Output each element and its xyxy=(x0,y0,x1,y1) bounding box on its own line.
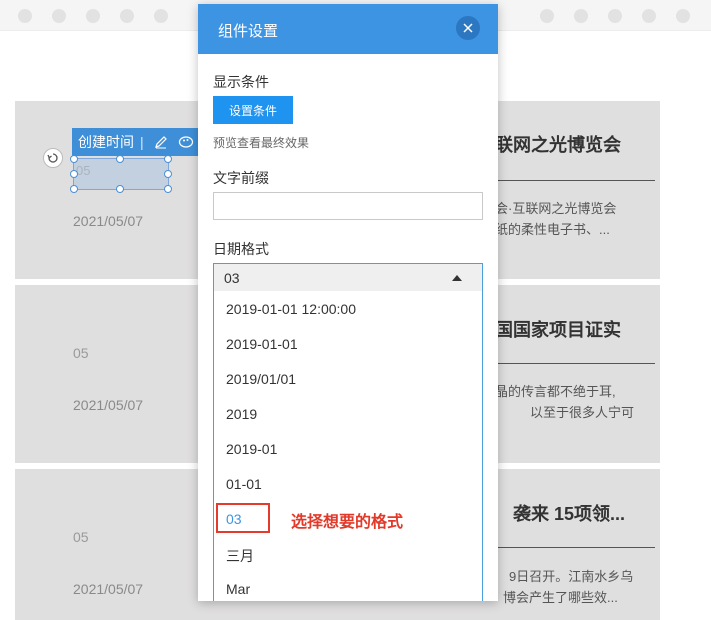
toolbar-dot-icon xyxy=(120,9,134,23)
card-desc-line: 以至于很多人宁可 xyxy=(530,405,635,420)
card-desc-line: 9日召开。江南水乡乌 xyxy=(509,569,634,584)
card-month: 05 xyxy=(73,345,89,361)
toolbar-separator: | xyxy=(140,134,144,150)
dialog-title: 组件设置 xyxy=(218,23,279,40)
highlight-box xyxy=(216,503,270,533)
paint-icon[interactable] xyxy=(178,135,194,149)
toolbar-dot-icon xyxy=(52,9,66,23)
toolbar-dot-icon xyxy=(86,9,100,23)
resize-handle[interactable] xyxy=(164,155,172,163)
toolbar-dot-icon xyxy=(574,9,588,23)
close-icon[interactable] xyxy=(456,16,480,40)
resize-handle[interactable] xyxy=(164,170,172,178)
date-format-select[interactable]: 03 xyxy=(213,263,483,292)
date-format-option[interactable]: 三月 xyxy=(226,546,254,566)
rotate-icon[interactable] xyxy=(43,148,63,168)
preview-hint: 预览查看最终效果 xyxy=(213,136,310,150)
toolbar-dot-icon xyxy=(18,9,32,23)
toolbar-dot-icon xyxy=(676,9,690,23)
date-format-option[interactable]: 2019-01-01 xyxy=(226,336,298,352)
card-date: 2021/05/07 xyxy=(73,397,144,413)
resize-handle[interactable] xyxy=(70,155,78,163)
toolbar-dot-icon xyxy=(540,9,554,23)
toolbar-dot-icon xyxy=(154,9,168,23)
date-format-option[interactable]: Mar xyxy=(226,581,250,597)
caret-up-icon xyxy=(452,275,462,281)
date-format-options-list[interactable]: 2019-01-01 12:00:00 2019-01-01 2019/01/0… xyxy=(213,291,483,601)
resize-handle[interactable] xyxy=(164,185,172,193)
card-divider xyxy=(495,547,655,548)
text-prefix-label: 文字前缀 xyxy=(213,170,269,186)
card-divider xyxy=(495,363,655,364)
pencil-icon[interactable] xyxy=(154,135,168,149)
card-desc-line: 会·互联网之光博览会 xyxy=(495,201,617,216)
card-date: 2021/05/07 xyxy=(73,213,144,229)
resize-handle[interactable] xyxy=(70,185,78,193)
card-title: 袭来 15项领... xyxy=(513,504,626,524)
card-title: 国国家项目证实 xyxy=(495,320,621,340)
date-format-selected-value: 03 xyxy=(224,270,240,286)
date-format-option[interactable]: 01-01 xyxy=(226,476,262,492)
date-format-label: 日期格式 xyxy=(213,241,269,257)
date-format-option[interactable]: 2019-01-01 12:00:00 xyxy=(226,301,356,317)
card-desc-line: 纸的柔性电子书、... xyxy=(495,222,610,237)
toolbar-dot-icon xyxy=(608,9,622,23)
toolbar-dot-icon xyxy=(642,9,656,23)
date-format-option[interactable]: 2019 xyxy=(226,406,257,422)
card-divider xyxy=(495,180,655,181)
card-title: 联网之光博览会 xyxy=(495,135,621,155)
selected-element-value: 05 xyxy=(76,163,91,178)
text-prefix-input[interactable] xyxy=(213,192,483,220)
set-condition-button[interactable]: 设置条件 xyxy=(213,96,293,124)
component-label: 创建时间 xyxy=(78,134,134,150)
resize-handle[interactable] xyxy=(116,185,124,193)
dialog-header: 组件设置 xyxy=(198,4,498,54)
annotation-text: 选择想要的格式 xyxy=(291,514,404,531)
card-date: 2021/05/07 xyxy=(73,581,144,597)
card-desc-line: 博会产生了哪些效... xyxy=(503,590,618,605)
resize-handle[interactable] xyxy=(70,170,78,178)
date-format-option[interactable]: 2019/01/01 xyxy=(226,371,296,387)
card-desc-line: 晶的传言都不绝于耳, xyxy=(495,384,616,399)
component-toolbar[interactable]: 创建时间 | xyxy=(72,128,200,156)
card-month: 05 xyxy=(73,529,89,545)
display-condition-label: 显示条件 xyxy=(213,74,269,90)
resize-handle[interactable] xyxy=(116,155,124,163)
date-format-option[interactable]: 2019-01 xyxy=(226,441,277,457)
